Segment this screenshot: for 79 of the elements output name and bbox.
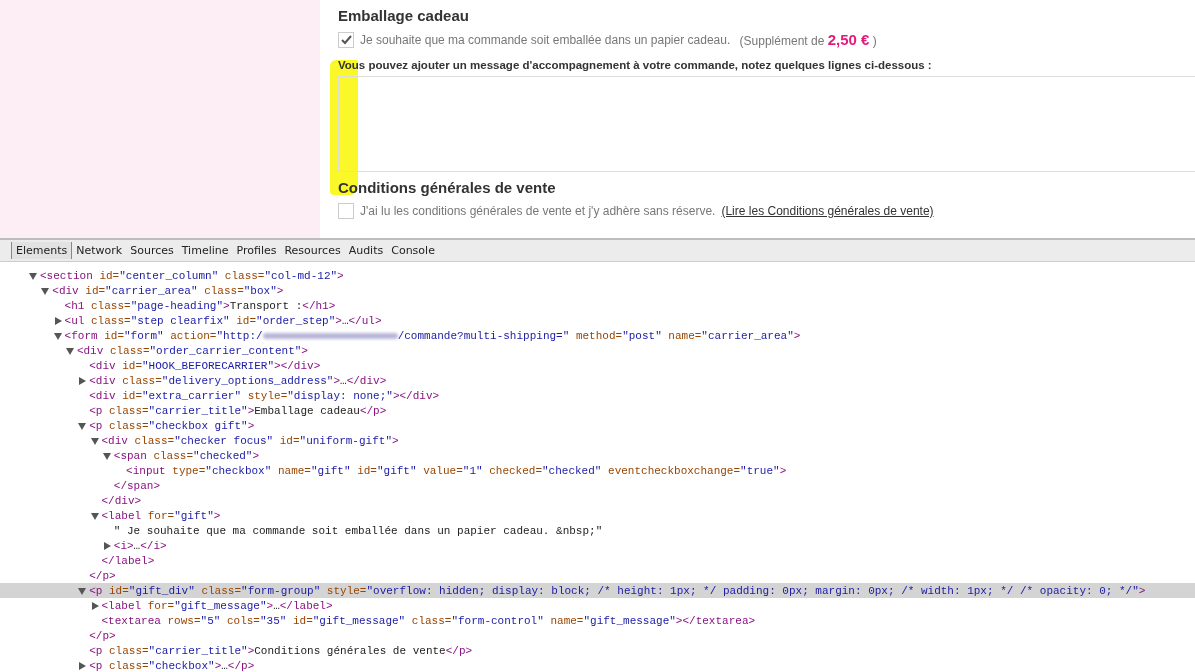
devtools-tab[interactable]: Network: [72, 242, 127, 259]
code-line: <div id="extra_carrier" style="display: none;"></div>: [89, 389, 440, 402]
dom-row[interactable]: <section id="center_column" class="col-md-12">: [0, 268, 1195, 283]
triangle-right-icon[interactable]: [53, 316, 62, 325]
code-line: </div>: [101, 494, 142, 507]
code-line: </p>: [89, 629, 116, 642]
devtools-tab[interactable]: Resources: [280, 242, 345, 259]
devtools-tab[interactable]: Sources: [126, 242, 178, 259]
dom-row[interactable]: <textarea rows="5" cols="35" id="gift_message" class="form-control" name="gift_message"></textarea>: [0, 613, 1195, 628]
code-line: <input type="checkbox" name="gift" id="gift" value="1" checked="checked" eventcheckboxchange="true">: [126, 464, 787, 477]
devtools-tab[interactable]: Audits: [344, 242, 388, 259]
code-line: <div class="delivery_options_address">…</div>: [89, 374, 387, 387]
section-title: Emballage cadeau: [338, 7, 470, 24]
code-line: <label for="gift">: [101, 509, 221, 522]
triangle-right-icon[interactable]: [78, 661, 87, 670]
code-line: <p class="carrier_title">Emballage cadeau</p>: [89, 404, 387, 417]
dom-row[interactable]: <div class="order_carrier_content">: [0, 343, 1195, 358]
terms-link[interactable]: (Lire les Conditions générales de vente): [721, 204, 934, 218]
dom-row[interactable]: <i>…</i>: [0, 538, 1195, 553]
triangle-down-icon[interactable]: [78, 421, 87, 430]
code-line: <div class="order_carrier_content">: [76, 344, 308, 357]
terms-label[interactable]: J'ai lu les conditions générales de vente et j'y adhère sans réserve.: [360, 204, 716, 218]
checkbox[interactable]: [338, 31, 354, 48]
triangle-down-icon[interactable]: [65, 346, 74, 355]
code-line: <ul class="step clearfix" id="order_step">…</ul>: [64, 314, 382, 327]
code-line: <p class="checkbox gift">: [89, 419, 255, 432]
code-line: <div class="checker focus" id="uniform-gift">: [101, 434, 399, 447]
code-line: <span class="checked">: [113, 449, 260, 462]
dom-row[interactable]: <p class="carrier_title">Conditions générales de vente</p>: [0, 643, 1195, 658]
dom-row[interactable]: <label for="gift">: [0, 508, 1195, 523]
triangle-down-icon[interactable]: [90, 436, 99, 445]
dom-row[interactable]: <div id="extra_carrier" style="display: none;"></div>: [0, 388, 1195, 403]
dom-row[interactable]: <div class="delivery_options_address">…</div>: [0, 373, 1195, 388]
triangle-right-icon[interactable]: [102, 541, 111, 550]
triangle-down-icon[interactable]: [29, 271, 37, 280]
dom-row[interactable]: <p class="checkbox">…</p>: [0, 658, 1195, 672]
code-line: </span>: [113, 479, 160, 492]
devtools-tab[interactable]: Console: [387, 242, 439, 259]
triangle-down-icon[interactable]: [90, 511, 99, 520]
code-line: <div id="carrier_area" class="box">: [52, 284, 284, 297]
code-line: </p>: [89, 569, 116, 582]
dom-row[interactable]: <label for="gift_message">…</label>: [0, 598, 1195, 613]
dom-row[interactable]: <div class="checker focus" id="uniform-gift">: [0, 433, 1195, 448]
dom-row[interactable]: <form id="form" action="http:/ /commande?multi-shipping=" method="post" name="carrier_area">: [0, 328, 1195, 343]
code-line: <div id="HOOK_BEFORECARRIER"></div>: [89, 359, 321, 372]
dom-row[interactable]: <p class="checkbox gift">: [0, 418, 1195, 433]
devtools-tab[interactable]: Timeline: [177, 242, 233, 259]
code-line: <p class="carrier_title">Conditions générales de vente</p>: [89, 644, 473, 657]
dom-row[interactable]: <p class="carrier_title">Emballage cadeau</p>: [0, 403, 1195, 418]
dom-row[interactable]: <ul class="step clearfix" id="order_step">…</ul>: [0, 313, 1195, 328]
checkbox[interactable]: [338, 203, 354, 219]
code-line: " Je souhaite que ma commande soit emballée dans un papier cadeau. &nbsp;": [113, 524, 603, 537]
triangle-right-icon[interactable]: [78, 376, 87, 385]
dom-row[interactable]: <div id="HOOK_BEFORECARRIER"></div>: [0, 358, 1195, 373]
triangle-down-icon[interactable]: [41, 286, 50, 295]
price-note: (Supplément de 2,50 € ): [738, 31, 877, 48]
dom-row[interactable]: <h1 class="page-heading">Transport :</h1>: [0, 298, 1195, 313]
devtools-tab[interactable]: Profiles: [232, 242, 281, 259]
dom-row[interactable]: <input type="checkbox" name="gift" id="gift" value="1" checked="checked" eventcheckboxchange="true">: [0, 463, 1195, 478]
gift-label[interactable]: Je souhaite que ma commande soit emballée dans un papier cadeau.: [360, 32, 731, 47]
triangle-down-icon[interactable]: [53, 331, 62, 340]
code-line: <h1 class="page-heading">Transport :</h1>: [64, 299, 336, 312]
code-line: <form id="form" action="http:/ /commande?multi-shipping=" method="post" name="carrier_area">: [64, 329, 801, 342]
dom-row[interactable]: " Je souhaite que ma commande soit emballée dans un papier cadeau. &nbsp;": [0, 523, 1195, 538]
dom-row[interactable]: <span class="checked">: [0, 448, 1195, 463]
code-line: <p id="gift_div" class="form-group" style="overflow: hidden; display: block; /* height: 1px; */ padding: 0px; margin: 0px; /* width: 1px; */ /* opacity: 0; */">: [89, 584, 1146, 597]
dom-row[interactable]: <div id="carrier_area" class="box">: [0, 283, 1195, 298]
triangle-right-icon[interactable]: [90, 601, 99, 610]
code-line: <i>…</i>: [113, 539, 167, 552]
message-field[interactable]: [338, 76, 1195, 172]
triangle-down-icon[interactable]: [102, 451, 111, 460]
code-line: <section id="center_column" class="col-md-12">: [40, 269, 344, 282]
code-line: </label>: [101, 554, 155, 567]
triangle-down-icon[interactable]: [78, 586, 87, 595]
devtools-tab[interactable]: Elements: [11, 242, 73, 259]
code-line: <label for="gift_message">…</label>: [101, 599, 333, 612]
code-line: <textarea rows="5" cols="35" id="gift_message" class="form-control" name="gift_message"></textarea>: [101, 614, 756, 627]
dom-row[interactable]: <p id="gift_div" class="form-group" style="overflow: hidden; display: block; /* height: 1px; */ padding: 0px; margin: 0px; /* width: 1px; */ /* opacity: 0; */">: [0, 583, 1195, 598]
code-line: <p class="checkbox">…</p>: [89, 659, 255, 672]
